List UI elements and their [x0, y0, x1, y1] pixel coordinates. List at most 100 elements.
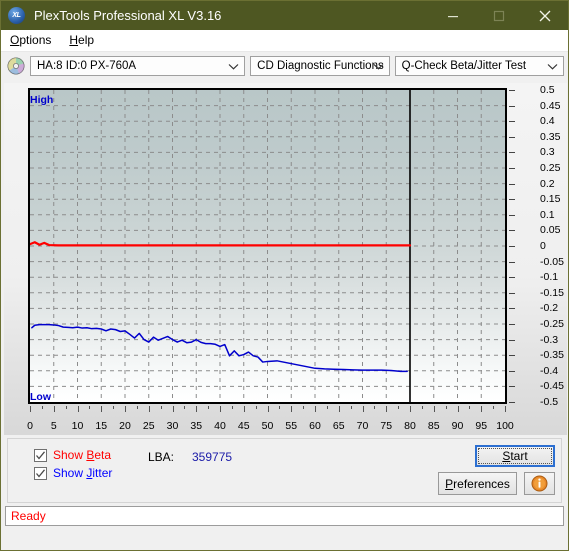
y-axis-tick-mark [509, 402, 515, 403]
show-jitter-checkbox-row[interactable]: Show Jitter [34, 466, 112, 480]
plot-canvas [28, 88, 507, 404]
x-axis-tick-mark [445, 406, 447, 409]
drive-select-value: HA:8 ID:0 PX-760A [37, 60, 137, 72]
y-axis-tick-label: 0.05 [540, 224, 561, 237]
y-axis-tick-label: -0.25 [540, 318, 564, 330]
lba-label: LBA: [148, 450, 175, 464]
minimize-icon [448, 15, 458, 17]
show-beta-checkbox[interactable] [34, 448, 47, 462]
x-axis-tick-mark [53, 406, 55, 412]
y-axis-tick-mark [509, 308, 515, 310]
y-axis-tick-label: 0.25 [540, 162, 561, 174]
y-axis-tick-mark [509, 199, 515, 201]
x-axis-tick-label: 80 [404, 420, 416, 432]
y-axis-tick-mark [509, 136, 515, 138]
x-axis-tick-mark [410, 406, 411, 412]
x-axis-tick-label: 95 [475, 420, 488, 432]
x-axis-tick-mark [267, 406, 269, 412]
x-axis-tick-label: 60 [309, 420, 321, 432]
test-select[interactable]: Q-Check Beta/Jitter Test [394, 56, 564, 76]
x-axis-tick-mark [291, 406, 293, 412]
toolbar: HA:8 ID:0 PX-760A CD Diagnostic Function… [1, 52, 568, 80]
y-axis-tick-label: -0.45 [540, 380, 564, 393]
x-axis-tick-mark [148, 406, 150, 412]
x-axis-tick-label: 5 [50, 420, 57, 432]
x-axis-tick-label: 25 [142, 420, 155, 432]
maximize-button[interactable] [476, 1, 522, 30]
menu-item-options[interactable]: Options [1, 30, 60, 51]
lba-value: 359775 [192, 450, 233, 464]
y-axis-tick-mark [509, 386, 515, 388]
menu-accel: O [10, 33, 20, 47]
y-axis-tick-mark [509, 370, 515, 372]
y-axis-tick-label: -0.15 [540, 286, 564, 299]
preferences-button-label: Preferences [445, 476, 510, 491]
y-axis-tick-label: 0.45 [540, 99, 561, 112]
preferences-button[interactable]: Preferences [438, 472, 517, 495]
x-axis-tick-mark [362, 406, 364, 412]
chevron-down-icon [373, 57, 384, 75]
info-button[interactable] [524, 472, 555, 495]
x-axis-tick-label: 40 [214, 420, 226, 432]
close-button[interactable] [522, 1, 568, 30]
accel-char: B [86, 448, 95, 462]
x-axis-tick-mark [469, 406, 471, 409]
x-axis-tick-label: 70 [356, 420, 369, 432]
menu-bar: Options Help [1, 30, 568, 52]
x-axis-tick-mark [505, 406, 506, 412]
y-axis-tick-label: 0 [540, 240, 546, 252]
x-axis-tick-mark [125, 406, 126, 412]
show-jitter-checkbox[interactable] [34, 466, 47, 480]
y-axis-tick-mark [509, 152, 515, 154]
show-jitter-label: Show Jitter [53, 466, 113, 480]
x-axis-tick-label: 55 [285, 420, 298, 432]
test-select-value: Q-Check Beta/Jitter Test [401, 60, 527, 72]
show-beta-checkbox-row[interactable]: Show Beta [34, 448, 111, 462]
info-icon [531, 475, 548, 492]
menu-accel: H [69, 33, 79, 47]
x-axis-tick-label: 90 [451, 420, 464, 432]
y-axis-tick-mark [509, 292, 515, 294]
x-axis-tick-mark [113, 406, 115, 409]
y-axis-tick-label: 0.15 [540, 193, 561, 206]
x-axis-tick-mark [196, 406, 198, 412]
y-axis-tick-label: 0.35 [540, 130, 561, 143]
x-axis-tick-mark [172, 406, 174, 412]
y-axis-tick-label: -0.4 [540, 364, 559, 377]
x-axis-tick-mark [77, 406, 79, 412]
y-axis-tick-mark [509, 230, 515, 232]
x-axis-tick-mark [41, 406, 43, 409]
x-axis-tick-label: 15 [95, 420, 108, 432]
drive-select[interactable]: HA:8 ID:0 PX-760A [30, 56, 246, 76]
window-controls [430, 1, 568, 30]
x-axis-tick-mark [386, 406, 388, 412]
x-axis-tick-mark [481, 406, 483, 412]
plot-svg [30, 90, 505, 402]
y-axis-tick-label: -0.3 [540, 333, 559, 346]
x-axis-tick-mark [220, 406, 221, 412]
y-axis-tick-label: -0.35 [540, 349, 564, 362]
y-axis-tick-mark [509, 339, 515, 341]
x-axis-tick-mark [457, 406, 459, 412]
x-axis-tick-mark [255, 406, 257, 409]
function-select[interactable]: CD Diagnostic Functions [250, 56, 390, 76]
y-axis-tick-label: 0.1 [540, 208, 555, 221]
title-bar: XL PlexTools Professional XL V3.16 [1, 1, 568, 30]
minimize-button[interactable] [430, 1, 476, 30]
x-axis-tick-mark [89, 406, 91, 409]
y-axis-tick-mark [509, 214, 515, 216]
x-axis-tick-mark [338, 406, 340, 412]
x-axis-tick-mark [279, 406, 281, 409]
x-axis-tick-label: 0 [27, 420, 33, 432]
checkmark-icon [36, 468, 46, 478]
x-axis-tick-mark [231, 406, 233, 409]
x-axis-tick-label: 20 [119, 420, 131, 432]
y-axis-tick-label: -0.05 [540, 255, 564, 268]
start-button[interactable]: Start [475, 445, 555, 467]
y-axis-tick-label: 0.2 [540, 177, 555, 190]
y-axis-tick-mark [509, 105, 515, 107]
menu-item-help[interactable]: Help [60, 30, 103, 51]
y-axis-high-label: High [30, 94, 54, 106]
x-axis-tick-label: 50 [261, 420, 274, 432]
y-axis-tick-mark [509, 277, 515, 279]
